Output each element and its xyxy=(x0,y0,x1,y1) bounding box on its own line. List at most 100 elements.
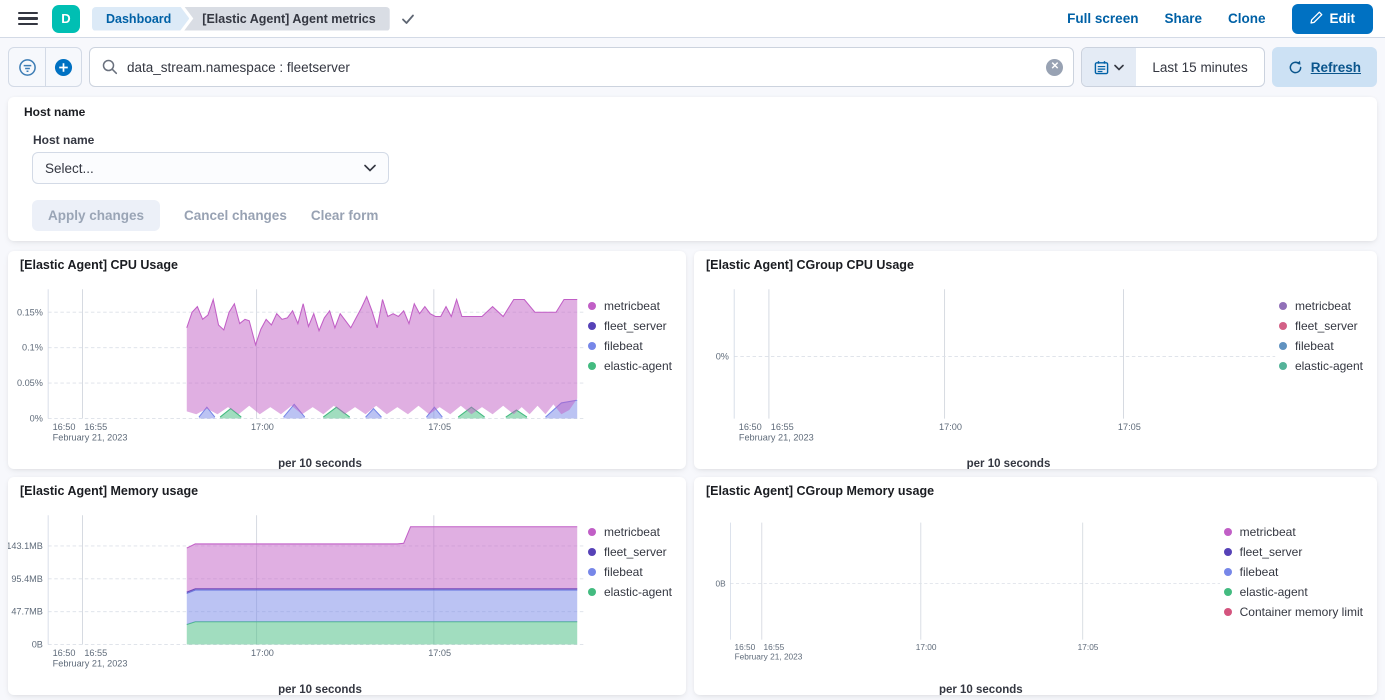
breadcrumb-dashboard[interactable]: Dashboard xyxy=(92,7,189,31)
menu-icon[interactable] xyxy=(18,12,38,26)
legend-item-filebeat[interactable]: filebeat xyxy=(588,562,672,582)
host-panel-title: Host name xyxy=(24,105,1369,119)
area-elastic-agent xyxy=(187,622,577,645)
chart-legend: metricbeat fleet_server filebeat elastic-ag… xyxy=(1222,500,1377,695)
legend-dot-icon xyxy=(588,302,596,310)
x-axis-title: per 10 seconds xyxy=(694,684,1222,695)
legend-item-elastic-agent[interactable]: elastic-agent xyxy=(1279,356,1363,376)
space-logo[interactable]: D xyxy=(52,5,80,33)
date-picker: Last 15 minutes xyxy=(1081,47,1264,87)
memory-usage-chart: 0B47.7MB95.4MB143.1MB16:5016:5517:0017:0… xyxy=(8,500,586,686)
legend-dot-icon xyxy=(588,342,596,350)
y-tick-label: 0% xyxy=(716,352,729,362)
refresh-button[interactable]: Refresh xyxy=(1272,47,1377,87)
x-tick-label: 16:50 xyxy=(53,648,76,658)
y-tick-label: 0% xyxy=(30,414,43,424)
query-input[interactable] xyxy=(127,60,1046,75)
legend-dot-icon xyxy=(588,548,596,556)
legend-dot-icon xyxy=(1279,342,1287,350)
top-header: D Dashboard [Elastic Agent] Agent metric… xyxy=(0,0,1385,38)
legend-item-elastic-agent[interactable]: elastic-agent xyxy=(1224,582,1363,602)
y-tick-label: 143.1MB xyxy=(8,541,43,551)
legend-dot-icon xyxy=(1224,548,1232,556)
chart-title: [Elastic Agent] CPU Usage xyxy=(8,258,686,272)
host-name-panel: Host name Host name Select... Apply chan… xyxy=(8,97,1377,241)
x-axis-title: per 10 seconds xyxy=(8,458,586,469)
legend-item-metricbeat[interactable]: metricbeat xyxy=(588,522,672,542)
cgroup-memory-usage-chart: 0B16:5016:5517:0017:05February 21, 2023 xyxy=(694,500,1222,686)
calendar-icon xyxy=(1094,60,1109,75)
charts-grid: [Elastic Agent] CPU Usage 0%0.05%0.1%0.1… xyxy=(0,241,1385,695)
share-link[interactable]: Share xyxy=(1164,11,1202,26)
legend-label: filebeat xyxy=(604,339,643,353)
legend-dot-icon xyxy=(588,588,596,596)
calendar-dropdown[interactable] xyxy=(1082,48,1136,86)
legend-dot-icon xyxy=(1279,302,1287,310)
time-range-value[interactable]: Last 15 minutes xyxy=(1136,48,1263,86)
x-tick-label: 17:00 xyxy=(251,648,274,658)
cpu-usage-chart: 0%0.05%0.1%0.15%16:5016:5517:0017:05Febr… xyxy=(8,274,586,460)
legend-dot-icon xyxy=(588,568,596,576)
x-axis-title: per 10 seconds xyxy=(8,684,586,695)
legend-label: filebeat xyxy=(604,565,643,579)
legend-item-metricbeat[interactable]: metricbeat xyxy=(1224,522,1363,542)
legend-item-filebeat[interactable]: filebeat xyxy=(1279,336,1363,356)
x-tick-label: 16:55 xyxy=(84,422,107,432)
filters-icon[interactable] xyxy=(9,48,45,86)
chevron-down-icon xyxy=(1114,64,1124,71)
filter-button-group xyxy=(8,47,82,87)
chart-title: [Elastic Agent] CGroup Memory usage xyxy=(694,484,1377,498)
legend-item-fleet-server[interactable]: fleet_server xyxy=(588,316,672,336)
legend-dot-icon xyxy=(588,528,596,536)
legend-item-filebeat[interactable]: filebeat xyxy=(1224,562,1363,582)
clone-link[interactable]: Clone xyxy=(1228,11,1266,26)
cgroup-cpu-usage-chart: 0%16:5016:5517:0017:05February 21, 2023 xyxy=(694,274,1277,460)
legend-label: fleet_server xyxy=(604,545,667,559)
breadcrumb-current-page: [Elastic Agent] Agent metrics xyxy=(184,7,389,31)
clear-query-icon[interactable]: ✕ xyxy=(1046,59,1063,76)
host-name-select[interactable]: Select... xyxy=(32,152,389,184)
x-tick-label: 16:55 xyxy=(84,648,107,658)
x-tick-label: 16:55 xyxy=(764,642,785,652)
x-axis-date-label: February 21, 2023 xyxy=(739,432,814,442)
area-metricbeat xyxy=(187,297,577,415)
legend-label: fleet_server xyxy=(604,319,667,333)
legend-item-elastic-agent[interactable]: elastic-agent xyxy=(588,356,672,376)
legend-label: fleet_server xyxy=(1295,319,1358,333)
y-tick-label: 0B xyxy=(715,578,726,588)
x-tick-label: 16:50 xyxy=(735,642,756,652)
legend-item-container-memory-limit[interactable]: Container memory limit xyxy=(1224,602,1363,622)
legend-dot-icon xyxy=(1279,362,1287,370)
x-tick-label: 16:50 xyxy=(739,422,762,432)
pencil-icon xyxy=(1310,11,1323,27)
full-screen-link[interactable]: Full screen xyxy=(1067,11,1138,26)
legend-item-fleet-server[interactable]: fleet_server xyxy=(1279,316,1363,336)
cancel-changes-button[interactable]: Cancel changes xyxy=(184,208,287,223)
edit-button[interactable]: Edit xyxy=(1292,4,1374,34)
x-tick-label: 17:05 xyxy=(1118,422,1141,432)
legend-item-metricbeat[interactable]: metricbeat xyxy=(1279,296,1363,316)
chart-title: [Elastic Agent] CGroup CPU Usage xyxy=(694,258,1377,272)
chevron-down-icon xyxy=(364,164,376,172)
area-filebeat xyxy=(187,590,577,624)
legend-item-elastic-agent[interactable]: elastic-agent xyxy=(588,582,672,602)
x-tick-label: 17:05 xyxy=(428,648,451,658)
panel-cgroup-memory-usage: [Elastic Agent] CGroup Memory usage 0B 16… xyxy=(694,477,1377,695)
legend-label: filebeat xyxy=(1240,565,1279,579)
x-tick-label: 17:05 xyxy=(428,422,451,432)
y-tick-label: 47.7MB xyxy=(11,607,43,617)
legend-item-filebeat[interactable]: filebeat xyxy=(588,336,672,356)
panel-cgroup-cpu-usage: [Elastic Agent] CGroup CPU Usage 0% 16:50… xyxy=(694,251,1377,469)
add-filter-icon[interactable] xyxy=(45,48,81,86)
x-axis-date-label: February 21, 2023 xyxy=(735,651,803,661)
panel-cpu-usage: [Elastic Agent] CPU Usage 0%0.05%0.1%0.1… xyxy=(8,251,686,469)
legend-dot-icon xyxy=(588,362,596,370)
legend-item-fleet-server[interactable]: fleet_server xyxy=(1224,542,1363,562)
clear-form-button[interactable]: Clear form xyxy=(311,208,379,223)
legend-item-fleet-server[interactable]: fleet_server xyxy=(588,542,672,562)
apply-changes-button[interactable]: Apply changes xyxy=(32,200,160,231)
legend-label: elastic-agent xyxy=(604,359,672,373)
legend-label: fleet_server xyxy=(1240,545,1303,559)
chart-title: [Elastic Agent] Memory usage xyxy=(8,484,686,498)
legend-item-metricbeat[interactable]: metricbeat xyxy=(588,296,672,316)
